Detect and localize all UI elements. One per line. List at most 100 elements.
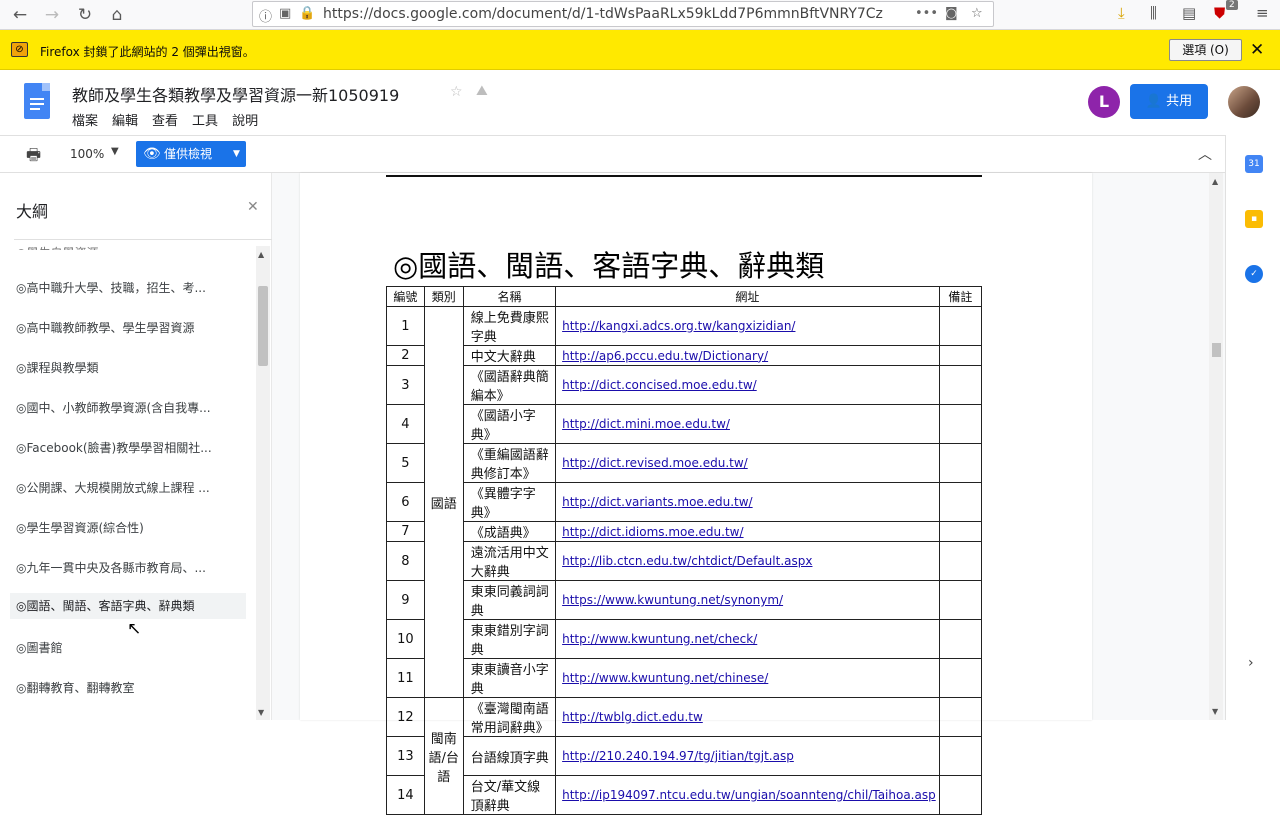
lock-icon: 🔒	[299, 6, 316, 21]
outline-item[interactable]: ◎學生學習資源(綜合性)	[16, 519, 244, 536]
close-outline-icon[interactable]: ✕	[247, 199, 259, 215]
table-row: 8 遠流活用中文大辭典 http://lib.ctcn.edu.tw/chtdi…	[386, 541, 983, 581]
outline-item[interactable]: ◎高中職教師教學、學生學習資源	[16, 319, 244, 336]
dictionary-name: 《國語辭典簡編本》	[462, 365, 557, 405]
scroll-up-icon[interactable]: ▲	[1212, 177, 1218, 186]
note-cell	[938, 619, 983, 659]
row-number: 10	[386, 619, 425, 659]
home-icon[interactable]: ⌂	[105, 3, 129, 27]
zoom-select[interactable]: 100%	[70, 147, 104, 161]
dictionary-link[interactable]: http://dict.idioms.moe.edu.tw/	[555, 521, 940, 542]
ublock-icon[interactable]: ⛊	[1214, 4, 1225, 22]
pocket-icon[interactable]: ◙	[945, 6, 958, 21]
view-mode-label: 僅供檢視	[164, 147, 213, 161]
dictionary-link[interactable]: http://210.240.194.97/tg/jitian/tgjt.asp	[555, 736, 940, 776]
outline-item-active[interactable]: ◎國語、閩語、客語字典、辭典類	[10, 593, 246, 619]
scroll-thumb[interactable]	[258, 286, 268, 366]
back-arrow-icon[interactable]: ←	[8, 3, 32, 27]
dictionary-link[interactable]: http://dict.concised.moe.edu.tw/	[555, 365, 940, 405]
docs-logo-icon[interactable]	[24, 83, 50, 119]
side-panel: 31 ▪ ✓ ›	[1225, 135, 1280, 720]
row-number: 12	[386, 697, 425, 737]
options-button[interactable]: 選項 (O)	[1169, 39, 1242, 61]
forward-arrow-icon[interactable]: →	[40, 3, 64, 27]
row-number: 11	[386, 658, 425, 698]
download-icon[interactable]: ⤓	[1118, 4, 1125, 22]
table-row: 11 東東讀音小字典 http://www.kwuntung.net/chine…	[386, 658, 983, 698]
url-bar[interactable]: ⓘ ▣ 🔒 https://docs.google.com/document/d…	[252, 1, 994, 27]
outline-item[interactable]: ◎課程與教學類	[16, 359, 244, 376]
category-cell: 閩南語/台語	[423, 697, 464, 815]
close-icon[interactable]: ✕	[1250, 40, 1264, 60]
document-scrollbar[interactable]: ▲ ▼	[1209, 173, 1223, 720]
dictionary-link[interactable]: http://dict.mini.moe.edu.tw/	[555, 404, 940, 444]
table-row: 5 《重編國語辭典修訂本》 http://dict.revised.moe.ed…	[386, 443, 983, 483]
dictionary-link[interactable]: http://dict.variants.moe.edu.tw/	[555, 482, 940, 522]
note-cell	[938, 404, 983, 444]
keep-icon[interactable]: ▪	[1245, 210, 1263, 228]
dictionary-link[interactable]: http://dict.revised.moe.edu.tw/	[555, 443, 940, 483]
view-mode-button[interactable]: 👁 僅供檢視 ▼	[136, 141, 246, 167]
scroll-down-icon[interactable]: ▼	[1212, 707, 1218, 716]
share-button[interactable]: 👤 共用	[1130, 84, 1208, 119]
outline-scrollbar[interactable]: ▲ ▼	[256, 246, 270, 720]
move-to-folder-icon[interactable]: ⛰	[476, 83, 488, 99]
blocked-popup-icon: ⊘	[11, 42, 28, 57]
docs-toolbar: 🖶 100% ▼ 👁 僅供檢視 ▼ ︿	[0, 135, 1280, 173]
user-avatar[interactable]	[1228, 86, 1260, 118]
table-bottom-edge	[386, 175, 982, 177]
menu-help[interactable]: 說明	[232, 110, 258, 129]
chevron-down-icon: ▼	[233, 149, 240, 159]
scroll-up-icon[interactable]: ▲	[258, 250, 264, 259]
note-cell	[938, 697, 983, 737]
dictionary-link[interactable]: http://ap6.pccu.edu.tw/Dictionary/	[555, 345, 940, 366]
table-row: 3 《國語辭典簡編本》 http://dict.concised.moe.edu…	[386, 365, 983, 405]
dictionary-link[interactable]: http://ip194097.ntcu.edu.tw/ungian/soann…	[555, 775, 940, 815]
scroll-thumb[interactable]	[1212, 343, 1221, 357]
outline-item[interactable]: ◎九年一貫中央及各縣市教育局、...	[16, 559, 244, 576]
menu-tools[interactable]: 工具	[192, 110, 218, 129]
table-row: 9 東東同義詞詞典 https://www.kwuntung.net/synon…	[386, 580, 983, 620]
chevron-down-icon[interactable]: ▼	[111, 146, 119, 157]
scroll-down-icon[interactable]: ▼	[258, 708, 264, 717]
star-icon[interactable]: ☆	[450, 84, 463, 100]
reload-icon[interactable]: ↻	[73, 3, 97, 27]
menu-edit[interactable]: 編輯	[112, 110, 138, 129]
sidebar-icon[interactable]: ▤	[1182, 4, 1196, 22]
row-number: 2	[386, 345, 425, 366]
dictionary-link[interactable]: http://www.kwuntung.net/chinese/	[555, 658, 940, 698]
info-icon[interactable]: ⓘ	[259, 6, 272, 25]
dictionary-link[interactable]: http://twblg.dict.edu.tw	[555, 697, 940, 737]
dictionary-link[interactable]: http://lib.ctcn.edu.tw/chtdict/Default.a…	[555, 541, 940, 581]
calendar-icon[interactable]: 31	[1245, 155, 1263, 173]
bookmark-star-icon[interactable]: ☆	[971, 6, 983, 21]
note-cell	[938, 658, 983, 698]
menu-icon[interactable]: ≡	[1256, 4, 1269, 22]
collaborator-avatar[interactable]: L	[1088, 86, 1120, 118]
dictionary-link[interactable]: https://www.kwuntung.net/synonym/	[555, 580, 940, 620]
print-icon[interactable]: 🖶	[26, 144, 41, 171]
tasks-icon[interactable]: ✓	[1245, 265, 1263, 283]
url-text[interactable]: https://docs.google.com/document/d/1-tdW…	[323, 6, 883, 22]
permissions-icon[interactable]: ▣	[279, 6, 291, 21]
table-row: 1 國語 線上免費康熙字典 http://kangxi.adcs.org.tw/…	[386, 306, 983, 698]
outline-item[interactable]: ◎公開課、大規模開放式線上課程 ...	[16, 479, 244, 496]
outline-item-partial[interactable]: ◎學生自學資源	[16, 244, 244, 250]
menu-view[interactable]: 查看	[152, 110, 178, 129]
outline-item[interactable]: ◎高中職升大學、技職，招生、考...	[16, 279, 244, 296]
outline-item[interactable]: ◎國中、小教師教學資源(含自我專...	[16, 399, 244, 416]
library-icon[interactable]: ⫼	[1150, 4, 1157, 22]
chevron-up-icon[interactable]: ︿	[1198, 144, 1212, 164]
menu-file[interactable]: 檔案	[72, 110, 98, 129]
outline-item[interactable]: ◎Facebook(臉書)教學學習相關社...	[16, 439, 244, 456]
page-actions-icon[interactable]: •••	[915, 6, 938, 21]
dictionary-link[interactable]: http://www.kwuntung.net/check/	[555, 619, 940, 659]
section-heading: ◎國語、閩語、客語字典、辭典類	[393, 249, 825, 283]
dictionary-link[interactable]: http://kangxi.adcs.org.tw/kangxizidian/	[555, 306, 940, 346]
person-icon: 👤	[1145, 94, 1167, 109]
chevron-right-icon[interactable]: ›	[1248, 655, 1254, 671]
header-number: 編號	[386, 286, 425, 307]
document-title[interactable]: 教師及學生各類教學及學習資源一新1050919	[72, 82, 399, 106]
outline-item[interactable]: ◎翻轉教育、翻轉教室	[16, 679, 244, 696]
outline-item[interactable]: ◎圖書館	[16, 639, 244, 656]
